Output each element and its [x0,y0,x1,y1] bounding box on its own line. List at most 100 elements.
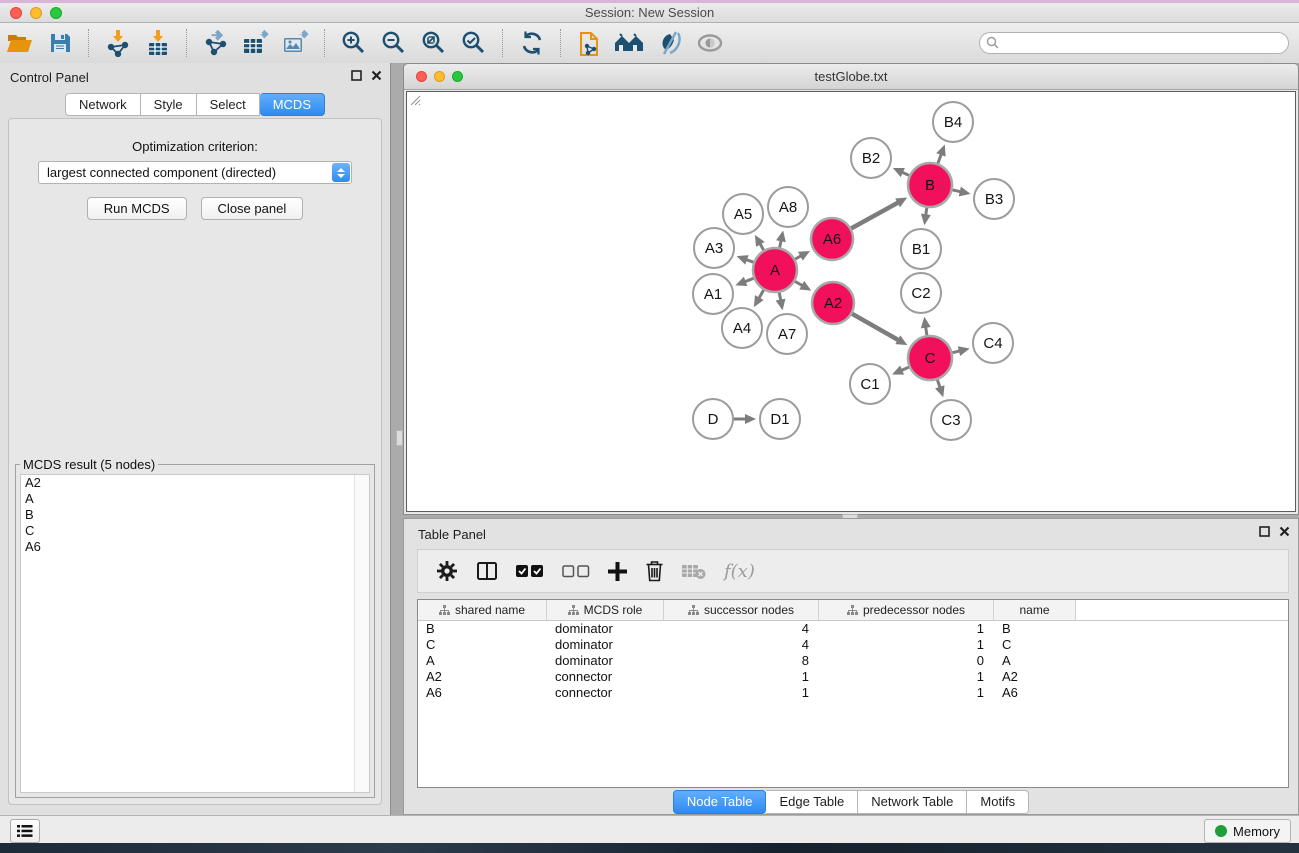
cell-name[interactable]: A2 [994,669,1076,685]
graph-node-label-B2: B2 [862,150,880,167]
zoom-fit-icon[interactable] [417,28,451,58]
import-table-icon[interactable] [141,28,175,58]
cell-shared-name[interactable]: A2 [418,669,547,685]
tab-style[interactable]: Style [141,93,197,116]
cell-successor-nodes[interactable]: 1 [664,685,819,701]
column-header-name[interactable]: name [994,600,1076,620]
tab-network-table[interactable]: Network Table [858,790,967,814]
cell-MCDS-role[interactable]: connector [547,669,664,685]
cell-MCDS-role[interactable]: dominator [547,653,664,669]
cell-successor-nodes[interactable]: 8 [664,653,819,669]
export-image-icon[interactable] [279,28,313,58]
select-columns-icon[interactable] [476,561,498,581]
cell-predecessor-nodes[interactable]: 1 [819,637,994,653]
column-header-MCDS-role[interactable]: MCDS role [547,600,664,620]
network-canvas[interactable]: AA6A2BCA5A8A3A1A4A7B4B2B3B1C2C4C1C3DD1 [406,91,1296,512]
table-settings-gear-icon[interactable] [436,560,458,582]
result-item-c[interactable]: C [21,523,369,539]
cybrowser-home-icon[interactable] [613,28,647,58]
tab-select[interactable]: Select [197,93,260,116]
cell-MCDS-role[interactable]: dominator [547,637,664,653]
zoom-out-icon[interactable] [377,28,411,58]
cell-successor-nodes[interactable]: 4 [664,637,819,653]
hide-graphics-details-icon[interactable] [653,28,687,58]
float-panel-icon[interactable] [351,70,362,81]
window-resize-grip[interactable] [407,92,421,106]
network-graph: AA6A2BCA5A8A3A1A4A7B4B2B3B1C2C4C1C3DD1 [407,92,1297,513]
float-table-panel-icon[interactable] [1259,526,1270,537]
refresh-view-icon[interactable] [515,28,549,58]
deselect-all-rows-icon[interactable] [562,565,590,578]
task-history-button[interactable] [10,819,40,843]
delete-column-trash-icon[interactable] [645,560,664,582]
add-column-icon[interactable] [608,562,627,581]
tab-network[interactable]: Network [65,93,141,116]
save-session-icon[interactable] [43,28,77,58]
cell-successor-nodes[interactable]: 1 [664,669,819,685]
result-item-a6[interactable]: A6 [21,539,369,555]
cell-name[interactable]: A [994,653,1076,669]
open-file-icon[interactable] [3,28,37,58]
close-table-panel-icon[interactable] [1279,526,1290,537]
graph-node-label-B1: B1 [912,241,930,258]
table-row-a[interactable]: Adominator80A [418,653,1288,669]
cell-predecessor-nodes[interactable]: 1 [819,621,994,637]
column-header-shared-name[interactable]: shared name [418,600,547,620]
status-bar: Memory [0,815,1299,843]
table-row-b[interactable]: Bdominator41B [418,621,1288,637]
tab-edge-table[interactable]: Edge Table [766,790,858,814]
result-item-a[interactable]: A [21,491,369,507]
criterion-select[interactable]: largest connected component (directed) [38,161,352,184]
table-row-c[interactable]: Cdominator41C [418,637,1288,653]
run-mcds-button[interactable]: Run MCDS [87,197,187,220]
export-table-icon[interactable] [239,28,273,58]
graph-edge-A6-B[interactable] [851,202,899,228]
tab-motifs[interactable]: Motifs [967,790,1029,814]
column-header-successor-nodes[interactable]: successor nodes [664,600,819,620]
cell-shared-name[interactable]: A [418,653,547,669]
cell-shared-name[interactable]: B [418,621,547,637]
close-panel-button[interactable]: Close panel [201,197,304,220]
tab-mcds[interactable]: MCDS [260,93,325,116]
graph-node-label-D1: D1 [770,411,789,428]
table-row-a6[interactable]: A6connector11A6 [418,685,1288,701]
table-row-a2[interactable]: A2connector11A2 [418,669,1288,685]
delete-table-icon-disabled [682,563,706,580]
cell-MCDS-role[interactable]: dominator [547,621,664,637]
export-network-icon[interactable] [199,28,233,58]
column-header-predecessor-nodes[interactable]: predecessor nodes [819,600,994,620]
graph-arrowhead-D-D1 [745,414,756,424]
graph-arrowhead-B-B1 [921,214,931,226]
vertical-divider-handle[interactable] [396,430,403,446]
cell-name[interactable]: B [994,621,1076,637]
cell-MCDS-role[interactable]: connector [547,685,664,701]
result-item-a2[interactable]: A2 [21,475,369,491]
memory-button[interactable]: Memory [1204,819,1291,843]
cell-shared-name[interactable]: A6 [418,685,547,701]
cell-successor-nodes[interactable]: 4 [664,621,819,637]
cell-predecessor-nodes[interactable]: 1 [819,669,994,685]
result-item-b[interactable]: B [21,507,369,523]
select-all-rows-icon[interactable] [516,565,544,578]
zoom-in-icon[interactable] [337,28,371,58]
cell-predecessor-nodes[interactable]: 0 [819,653,994,669]
import-network-icon[interactable] [101,28,135,58]
cell-predecessor-nodes[interactable]: 1 [819,685,994,701]
result-list-scrollbar[interactable] [354,475,369,792]
tab-node-table[interactable]: Node Table [673,790,767,814]
cell-name[interactable]: C [994,637,1076,653]
show-hide-panel-eye-icon[interactable] [693,28,727,58]
zoom-selected-icon[interactable] [457,28,491,58]
function-builder-icon-disabled: f(x) [724,561,755,582]
graph-edge-A2-C[interactable] [852,314,899,341]
select-stepper-icon [332,163,350,182]
table-header-row: shared nameMCDS rolesuccessor nodesprede… [418,600,1288,621]
cell-shared-name[interactable]: C [418,637,547,653]
network-from-file-icon[interactable] [573,28,607,58]
graph-arrowhead-B-B3 [959,187,971,197]
cell-name[interactable]: A6 [994,685,1076,701]
close-panel-icon[interactable] [371,70,382,81]
optimization-criterion-label: Optimization criterion: [9,139,381,154]
graph-node-label-B: B [925,177,935,194]
search-input[interactable] [979,32,1289,54]
